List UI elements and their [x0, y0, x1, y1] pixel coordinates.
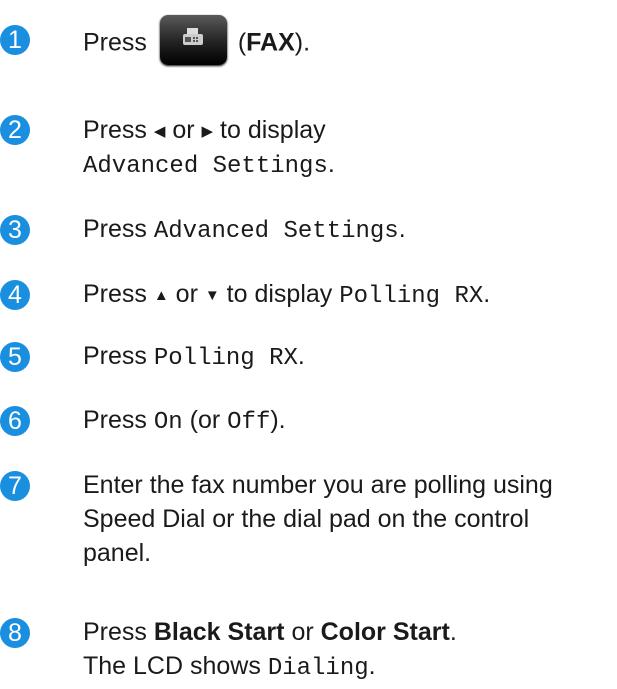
step-text: Press ◀ or ▶ to display: [83, 116, 326, 144]
step-text: Press (FAX).: [83, 15, 613, 65]
step-text: Press Polling RX.: [83, 342, 305, 372]
step-text: Press Advanced Settings.: [83, 215, 406, 245]
right-arrow-icon: ▶: [201, 123, 214, 140]
fax-machine-icon: [182, 28, 203, 45]
step-text: Press Black Start or Color Start.: [83, 618, 457, 646]
menu-setting: Advanced Settings: [83, 153, 328, 180]
color-start-label: Color Start: [320, 618, 450, 646]
off-option: Off: [227, 409, 271, 436]
step-number: 4: [0, 280, 30, 310]
step-text: Press ▲ or ▼ to display Polling RX.: [83, 280, 491, 310]
fax-button[interactable]: [159, 15, 227, 65]
step-number: 7: [0, 471, 30, 501]
left-arrow-icon: ◀: [153, 123, 166, 140]
lcd-message: Dialing: [267, 655, 369, 682]
step-text-line2: Advanced Settings.: [83, 150, 335, 180]
menu-setting: Polling RX: [339, 283, 484, 310]
step-number: 2: [0, 115, 30, 145]
step-number: 8: [0, 618, 30, 648]
menu-setting: Advanced Settings: [153, 218, 399, 245]
step-number: 6: [0, 406, 30, 436]
on-option: On: [153, 409, 183, 436]
step-text-line2: The LCD shows Dialing.: [83, 652, 376, 682]
menu-setting: Polling RX: [153, 345, 298, 372]
step-number: 5: [0, 342, 30, 372]
black-start-label: Black Start: [153, 618, 285, 646]
down-arrow-icon: ▼: [204, 287, 220, 304]
up-arrow-icon: ▲: [153, 287, 169, 304]
step-number: 1: [0, 25, 30, 55]
fax-label: FAX: [246, 28, 295, 57]
step-text: Press On (or Off).: [83, 406, 286, 436]
step-number: 3: [0, 215, 30, 245]
step-text: Enter the fax number you are polling usi…: [83, 471, 553, 567]
